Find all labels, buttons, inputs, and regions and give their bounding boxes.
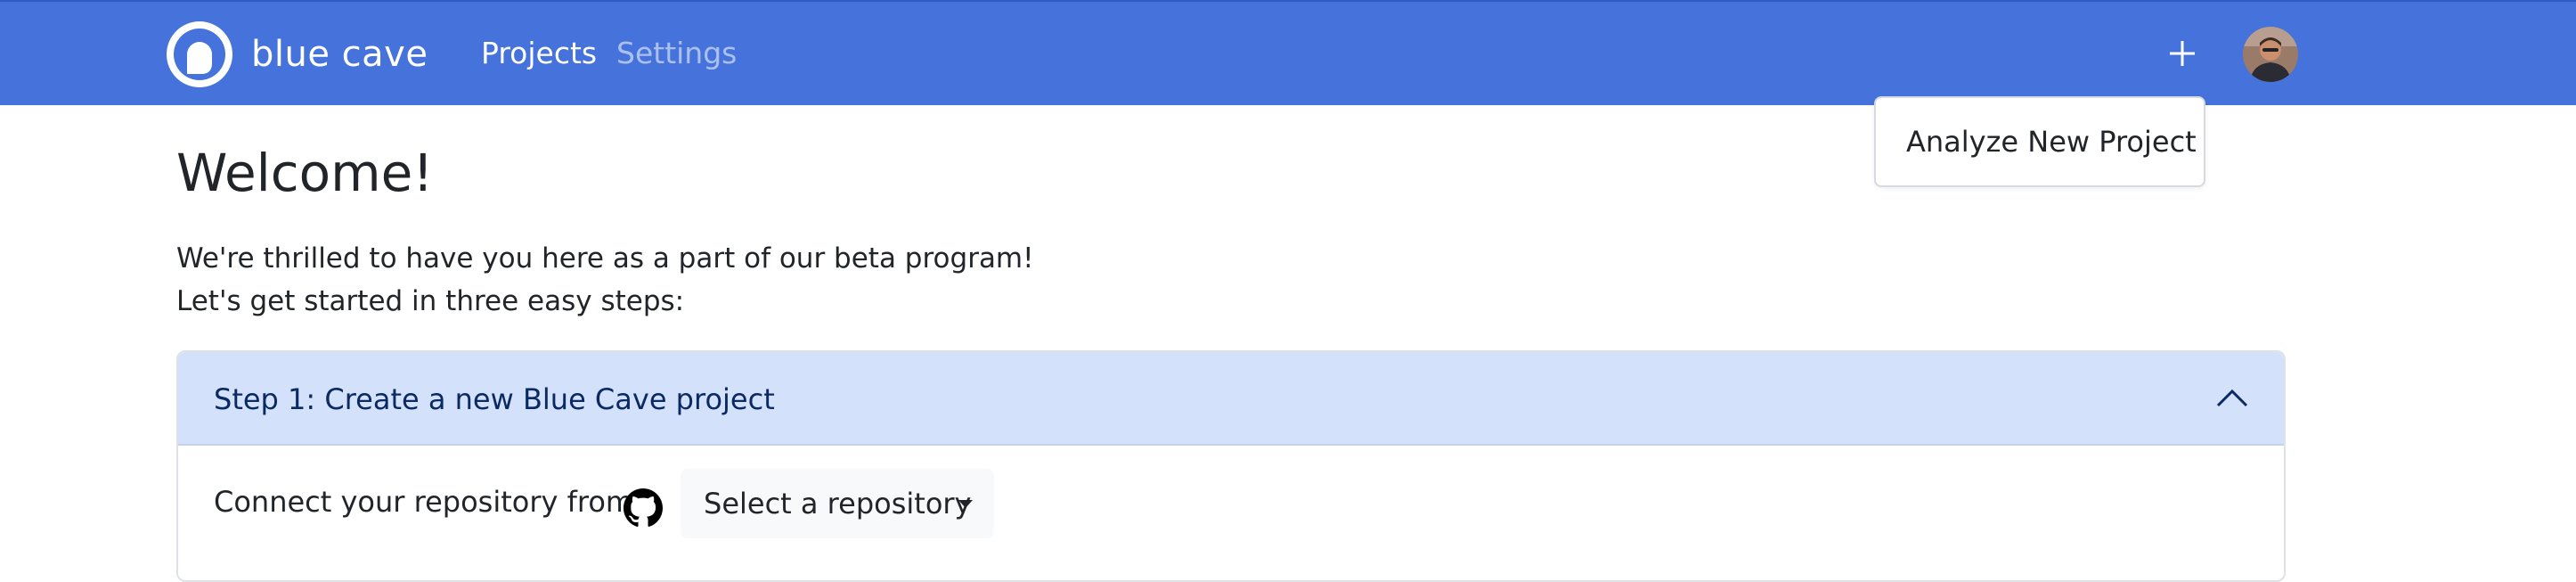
step-1-body: Connect your repository from Select a re… xyxy=(178,446,2284,580)
nav-link-projects[interactable]: Projects xyxy=(481,36,597,70)
caret-down-icon xyxy=(958,500,973,508)
connect-repository-label: Connect your repository from xyxy=(214,485,634,519)
select-repository-dropdown[interactable]: Select a repository xyxy=(681,469,994,538)
select-repository-label: Select a repository xyxy=(704,487,972,521)
step-1-title: Step 1: Create a new Blue Cave project xyxy=(214,382,775,416)
user-avatar[interactable] xyxy=(2243,27,2298,82)
chevron-up-icon[interactable] xyxy=(2214,384,2250,411)
nav-link-settings[interactable]: Settings xyxy=(616,36,737,70)
github-icon xyxy=(624,488,663,527)
brand-name: blue cave xyxy=(251,34,428,75)
avatar-photo-icon xyxy=(2243,27,2298,82)
brand-link[interactable]: blue cave xyxy=(164,18,428,91)
page-title: Welcome! xyxy=(176,143,434,203)
step-1-header[interactable]: Step 1: Create a new Blue Cave project xyxy=(178,352,2284,446)
plus-icon[interactable] xyxy=(2163,34,2202,73)
intro-text-line-2: Let's get started in three easy steps: xyxy=(176,285,685,317)
top-navbar: blue cave Projects Settings xyxy=(0,0,2576,105)
steps-accordion: Step 1: Create a new Blue Cave project C… xyxy=(176,350,2286,582)
intro-text-line-1: We're thrilled to have you here as a par… xyxy=(176,242,1034,275)
blue-cave-logo-icon xyxy=(167,21,232,87)
menu-item-analyze-new-project[interactable]: Analyze New Project xyxy=(1906,125,2197,159)
add-dropdown-menu: Analyze New Project xyxy=(1874,96,2205,187)
